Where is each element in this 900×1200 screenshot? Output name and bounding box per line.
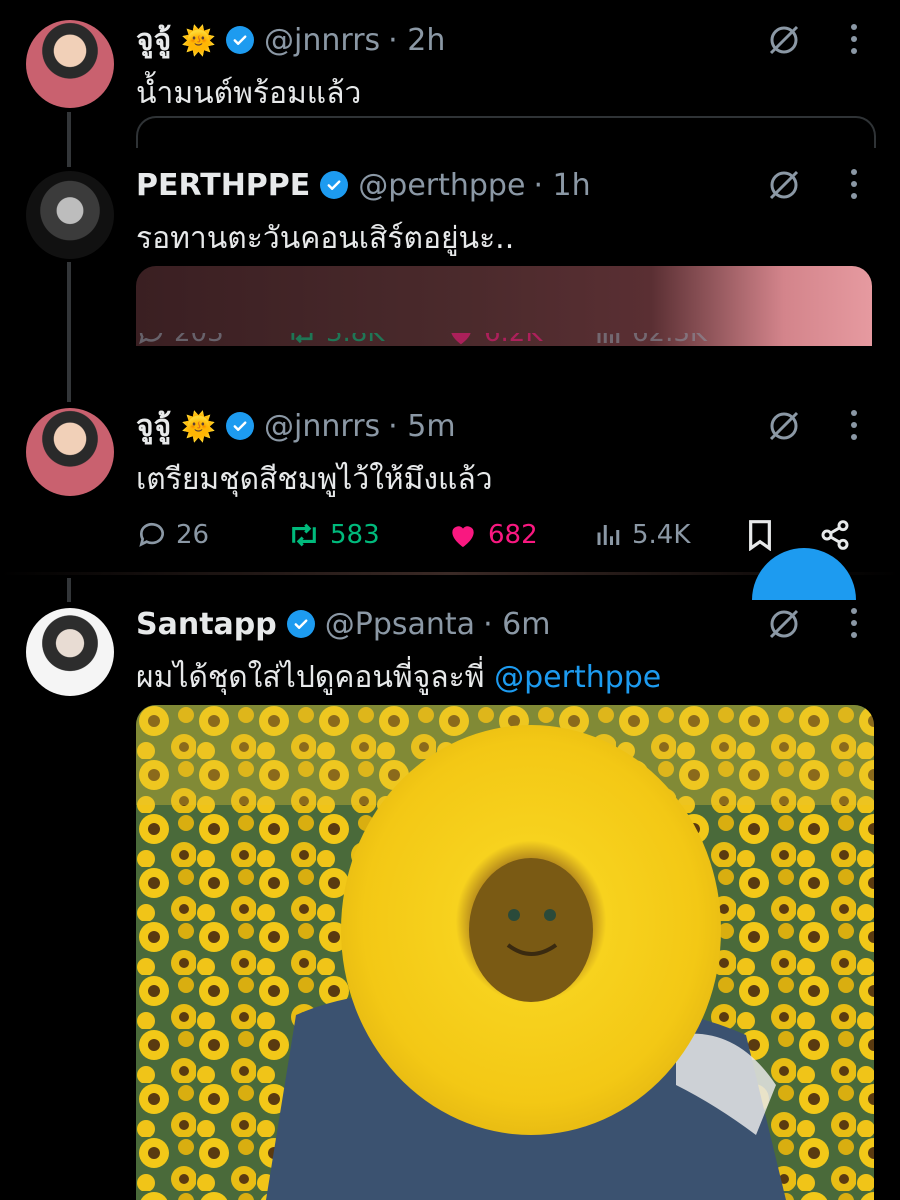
reply-count[interactable]: 203 [136, 333, 224, 353]
avatar[interactable] [26, 171, 114, 259]
avatar[interactable] [26, 608, 114, 696]
thread-line [67, 112, 71, 167]
sun-emoji: 🌞 [181, 23, 217, 57]
handle[interactable]: @jnnrrs [264, 409, 380, 444]
reply-button[interactable]: 26 [136, 515, 209, 555]
timestamp[interactable]: · 5m [388, 409, 455, 444]
verified-badge-icon [226, 412, 255, 440]
tweet-ppsanta[interactable]: Santapp @Ppsanta · 6m ผมได้ชุดใส่ไปดูคอน… [0, 602, 900, 1200]
mention-link[interactable]: @perthppe [494, 660, 661, 695]
media-card-border [136, 116, 876, 148]
like-count: 682 [488, 520, 538, 550]
sunflower-field-image [136, 705, 874, 1200]
timestamp[interactable]: · 6m [483, 607, 550, 642]
more-icon[interactable] [846, 24, 862, 58]
tweet-text: รอทานตะวันคอนเสิร์ตอยู่นะ.. [136, 221, 515, 256]
views-button[interactable]: 5.4K [594, 515, 690, 555]
grok-icon[interactable] [766, 606, 802, 649]
verified-badge-icon [320, 171, 349, 199]
heart-icon [452, 526, 474, 547]
grok-icon[interactable] [766, 167, 802, 210]
handle[interactable]: @perthppe [358, 168, 525, 203]
avatar[interactable] [26, 20, 114, 108]
grok-icon[interactable] [766, 22, 802, 65]
repost-button[interactable]: 583 [286, 515, 380, 555]
media-image[interactable] [136, 705, 874, 1200]
repost-count: 583 [330, 520, 380, 550]
repost-icon [292, 523, 316, 547]
verified-badge-icon [286, 610, 315, 638]
thread-line [67, 578, 71, 602]
view-count: 5.4K [632, 520, 691, 550]
reply-icon [139, 522, 164, 547]
display-name[interactable]: จูจู้ [136, 17, 171, 64]
sun-emoji: 🌞 [181, 409, 217, 443]
views-icon [597, 525, 620, 545]
tweet-text: ผมได้ชุดใส่ไปดูคอนพี่จูละพี่ @perthppe [136, 654, 661, 701]
handle[interactable]: @jnnrrs [264, 23, 380, 58]
display-name[interactable]: PERTHPPE [136, 168, 310, 203]
display-name[interactable]: จูจู้ [136, 403, 171, 450]
tweet-actions-clipped: 203 3.8K 6.2K 62.3K [136, 333, 876, 353]
more-icon[interactable] [846, 410, 862, 444]
compose-button[interactable] [752, 548, 856, 600]
handle[interactable]: @Ppsanta [325, 607, 475, 642]
tweet-jnnrrs-1[interactable]: จูจู้ 🌞 @jnnrrs · 2h น้ำมนต์พร้อมแล้ว [0, 18, 900, 118]
like-count[interactable]: 6.2K [446, 333, 542, 353]
verified-badge-icon [226, 26, 255, 54]
tweet-text: น้ำมนต์พร้อมแล้ว [136, 76, 362, 111]
reply-count: 26 [176, 520, 210, 550]
timestamp[interactable]: · 1h [533, 168, 590, 203]
grok-icon[interactable] [766, 408, 802, 451]
tweet-text-body: ผมได้ชุดใส่ไปดูคอนพี่จูละพี่ [136, 660, 495, 695]
like-button[interactable]: 682 [446, 515, 538, 555]
more-icon[interactable] [846, 608, 862, 642]
avatar[interactable] [26, 408, 114, 496]
repost-count[interactable]: 3.8K [286, 333, 384, 353]
tweet-perthppe[interactable]: PERTHPPE @perthppe · 1h รอทานตะวันคอนเสิ… [0, 163, 900, 353]
more-icon[interactable] [846, 169, 862, 203]
tweet-text: เตรียมชุดสีชมพูไว้ให้มึงแล้ว [136, 462, 493, 497]
view-count[interactable]: 62.3K [594, 333, 707, 353]
timestamp[interactable]: · 2h [388, 23, 445, 58]
display-name[interactable]: Santapp [136, 607, 277, 642]
